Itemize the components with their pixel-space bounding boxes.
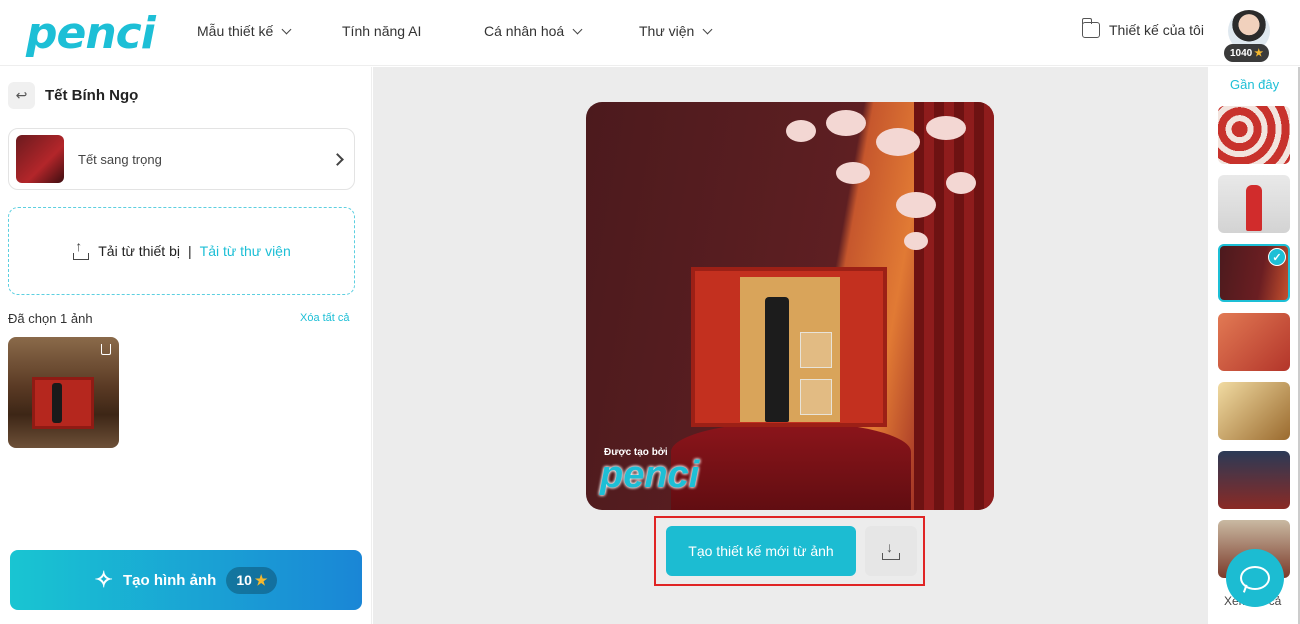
recent-panel: Gần đây ✓ Xem tất cả [1208,67,1300,624]
style-thumbnail [16,135,64,183]
left-panel: ↩ Tết Bính Ngọ Tết sang trọng Tải từ thi… [0,67,372,624]
recent-thumbnail[interactable] [1218,451,1290,509]
back-arrow-icon: ↩ [15,87,28,103]
blossom [836,162,870,184]
watermark-logo: penci [600,454,700,496]
chevron-down-icon [572,24,583,34]
upload-from-device[interactable]: Tải từ thiết bị [98,243,180,259]
sparkle-icon: ✧ [94,567,113,592]
download-icon [882,539,900,560]
penci-logo[interactable]: penci [26,8,156,59]
style-name: Tết sang trọng [78,151,162,167]
generate-label: Tạo hình ảnh [122,571,217,589]
my-designs-label: Thiết kế của tôi [1109,22,1204,38]
nav-library[interactable]: Thư viện [639,23,713,39]
folder-icon [1081,18,1100,38]
thumb-bottle [52,383,62,423]
upload-from-library[interactable]: Tải từ thư viện [200,243,291,259]
gift-box-interior [740,277,840,422]
trash-icon[interactable] [101,344,111,355]
chevron-down-icon [702,24,713,34]
coin-count: 1040 [1230,47,1253,59]
selected-image-thumbnail[interactable] [8,337,119,448]
whisky-bottle [765,297,789,422]
selected-count-label: Đã chọn 1 ảnh [8,311,93,326]
generate-cost: 10 [236,572,252,588]
glass [800,332,832,368]
nav-library-label: Thư viện [639,23,695,39]
nav-templates[interactable]: Mẫu thiết kế [197,23,292,39]
action-highlight-box: Tạo thiết kế mới từ ảnh [654,516,925,586]
back-button[interactable]: ↩ [8,82,35,109]
clear-all-link[interactable]: Xóa tất cả [300,312,350,324]
recent-thumbnail-selected[interactable]: ✓ [1218,244,1290,302]
nav-ai-label: Tính năng AI [342,23,422,39]
glass [800,379,832,415]
generate-image-button[interactable]: ✧ Tạo hình ảnh 10 ★ [10,550,362,610]
nav-personalize-label: Cá nhân hoá [484,23,565,39]
star-icon: ★ [254,571,268,588]
chevron-right-icon [331,153,344,166]
my-designs-link[interactable]: Thiết kế của tôi [1081,18,1204,38]
blossom [946,172,976,194]
draped-table [671,422,911,510]
thumb-figure [1246,185,1262,231]
generated-image-preview: Được tạo bởi penci [586,102,994,510]
blossom [826,110,866,136]
download-button[interactable] [865,526,917,576]
chat-button[interactable] [1226,549,1284,607]
gift-box [691,267,887,427]
top-bar: penci Mẫu thiết kế Tính năng AI Cá nhân … [0,0,1300,66]
star-icon: ★ [1254,47,1264,59]
nav-templates-label: Mẫu thiết kế [197,23,274,39]
thumb-gift-box [32,377,94,429]
upload-separator: | [188,243,192,259]
recent-thumbnail[interactable] [1218,382,1290,440]
checkmark-icon: ✓ [1268,248,1286,266]
new-design-from-image-button[interactable]: Tạo thiết kế mới từ ảnh [666,526,856,576]
generate-cost-badge: 10 ★ [226,566,278,594]
nav-ai-features[interactable]: Tính năng AI [342,23,421,39]
upload-dropzone[interactable]: Tải từ thiết bị | Tải từ thư viện [8,207,355,295]
upload-icon [72,238,90,260]
recent-thumbnail[interactable] [1218,313,1290,371]
canvas-area: Được tạo bởi penci Tạo thiết kế mới từ ả… [373,67,1208,624]
style-selector[interactable]: Tết sang trọng [8,128,355,190]
blossom [896,192,936,218]
recent-label: Gần đây [1230,77,1280,92]
blossom [904,232,928,250]
chat-bubble-icon [1240,566,1270,590]
blossom [786,120,816,142]
blossom [926,116,966,140]
coin-balance-badge: 1040 ★ [1224,44,1270,62]
red-curtain [914,102,994,510]
recent-thumbnail[interactable] [1218,106,1290,164]
nav-personalize[interactable]: Cá nhân hoá [484,23,583,39]
chevron-down-icon [281,24,292,34]
blossom [876,128,920,156]
panel-title: Tết Bính Ngọ [45,87,139,104]
recent-thumbnail[interactable] [1218,175,1290,233]
